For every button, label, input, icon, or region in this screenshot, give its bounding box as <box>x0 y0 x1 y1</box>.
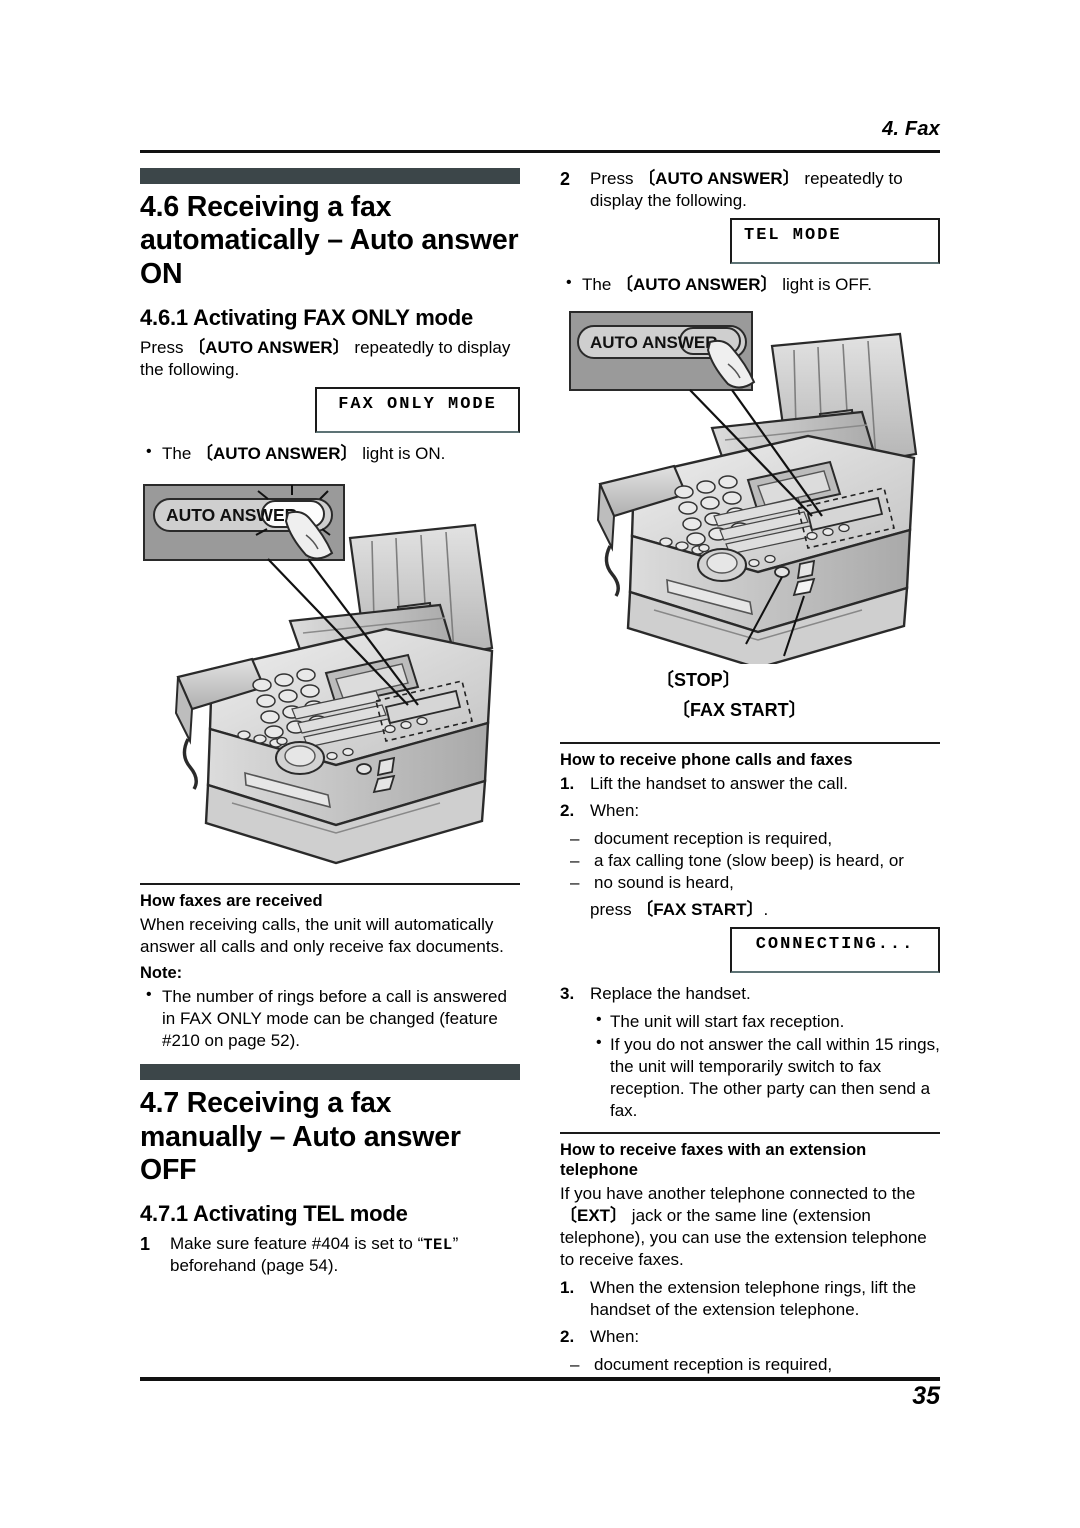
extension-when-conditions: document reception is required, <box>560 1354 940 1376</box>
list-item: 2. When: <box>560 1326 940 1348</box>
step-number: 1. <box>560 1278 575 1298</box>
auto-answer-key: 〔AUTO ANSWER〕 <box>196 444 358 464</box>
list-item: 2 Press 〔AUTO ANSWER〕 repeatedly to displ… <box>560 168 940 212</box>
lcd-display-connecting-wrap: CONNECTING... <box>730 926 940 973</box>
auto-answer-light-on-list: The 〔AUTO ANSWER〕 light is ON. <box>140 442 520 465</box>
header-rule <box>140 150 940 153</box>
press-pre-text: press <box>590 899 637 919</box>
lcd-display-connecting: CONNECTING... <box>730 926 940 973</box>
fax-machine-illustration: AUTO ANSWER <box>143 484 494 865</box>
press-fax-start-line: press 〔FAX START〕. <box>590 899 940 921</box>
list-item: 1. Lift the handset to answer the call. <box>560 773 940 795</box>
ext-jack-key: 〔EXT〕 <box>560 1205 628 1225</box>
how-extension-steps: 1. When the extension telephone rings, li… <box>560 1277 940 1348</box>
step-number: 1. <box>560 774 575 794</box>
list-item: The 〔AUTO ANSWER〕 light is OFF. <box>560 273 940 296</box>
how-extension-intro: If you have another telephone connected … <box>560 1183 940 1271</box>
page-number: 35 <box>912 1382 940 1410</box>
step-text: When the extension telephone rings, lift… <box>590 1278 917 1320</box>
fax-start-button-label: 〔FAX START〕 <box>672 700 807 721</box>
step3-bullets: The unit will start fax reception. If yo… <box>590 1010 940 1122</box>
how-to-receive-step3: 3. Replace the handset. <box>560 983 940 1005</box>
divider-rule <box>560 1132 940 1135</box>
tel-mode-steps: 1 Make sure feature #404 is set to “TEL” … <box>140 1233 520 1277</box>
list-item: If you do not answer the call within 15 … <box>590 1033 940 1122</box>
stop-button-label: 〔STOP〕 <box>656 670 741 691</box>
list-item: 3. Replace the handset. <box>560 983 940 1005</box>
auto-answer-key: 〔AUTO ANSWER〕 <box>616 275 778 295</box>
list-item: The unit will start fax reception. <box>590 1010 940 1033</box>
running-head: 4. Fax <box>882 118 940 140</box>
lcd-text: CONNECTING... <box>755 934 915 954</box>
step-pre-text: Make sure feature #404 is set to “ <box>170 1234 424 1254</box>
step-number: 1 <box>140 1234 151 1255</box>
bullet-post-text: light is OFF. <box>777 275 872 295</box>
step-text: When: <box>590 801 640 821</box>
tel-value: TEL <box>423 1236 453 1255</box>
step-text: Lift the handset to answer the call. <box>590 774 848 794</box>
lcd-display-tel-mode: TEL MODE <box>730 218 940 265</box>
list-item: a fax calling tone (slow beep) is heard,… <box>560 850 940 872</box>
divider-rule <box>560 742 940 745</box>
list-item: 1 Make sure feature #404 is set to “TEL” … <box>140 1233 520 1277</box>
right-column: 2 Press 〔AUTO ANSWER〕 repeatedly to displ… <box>560 168 940 1381</box>
section-bar-47 <box>140 1064 520 1081</box>
note-heading: Note: <box>140 964 183 983</box>
step-number: 2. <box>560 801 575 821</box>
list-item: document reception is required, <box>560 1354 940 1376</box>
step-text: Replace the handset. <box>590 983 751 1003</box>
intro-pre-text: If you have another telephone connected … <box>560 1183 916 1203</box>
callout-label-text: AUTO ANSWER <box>166 505 298 525</box>
subsection-title-461: 4.6.1 Activating FAX ONLY mode <box>140 305 474 331</box>
bullet-pre-text: The <box>162 444 197 464</box>
list-item: 2. When: <box>560 800 940 822</box>
step-text: When: <box>590 1327 640 1347</box>
step-pre-text: Press <box>590 169 639 188</box>
bullet-post-text: light is ON. <box>357 444 446 464</box>
list-item: no sound is heard, <box>560 872 940 894</box>
step-number: 2 <box>560 169 571 189</box>
how-extension-heading: How to receive faxes with an extension t… <box>560 1141 867 1179</box>
bullet-pre-text: The <box>582 275 617 295</box>
footer-rule <box>140 1377 940 1381</box>
when-conditions-list: document reception is required, a fax ca… <box>560 828 940 894</box>
step-number: 3. <box>560 983 575 1003</box>
step-number: 2. <box>560 1327 575 1347</box>
fax-machine-illustration: AUTO ANSWER <box>569 311 918 665</box>
subsection-title-471: 4.7.1 Activating TEL mode <box>140 1201 408 1227</box>
callout-label-text: AUTO ANSWER <box>590 333 718 352</box>
list-item: The number of rings before a call is ans… <box>140 985 520 1052</box>
button-callout-labels: 〔STOP〕 〔FAX START〕 <box>560 666 940 732</box>
intro-pre-text: Press <box>140 337 189 357</box>
section-bar <box>140 168 520 184</box>
lcd-text: FAX ONLY MODE <box>338 395 497 415</box>
fax-machine-figure-left: AUTO ANSWER <box>140 473 520 873</box>
how-faxes-received-body: When receiving calls, the unit will auto… <box>140 915 504 957</box>
lcd-display-fax-only-wrap: FAX ONLY MODE <box>315 387 520 434</box>
section-title-47: 4.7 Receiving a fax manually – Auto answ… <box>140 1087 461 1187</box>
fax-machine-figure-right: AUTO ANSWER 〔STOP〕 〔FAX START〕 <box>560 304 940 732</box>
auto-answer-key: 〔AUTO ANSWER〕 <box>188 337 350 357</box>
list-item: 1. When the extension telephone rings, li… <box>560 1277 940 1321</box>
auto-answer-light-off-list: The 〔AUTO ANSWER〕 light is OFF. <box>560 273 940 296</box>
list-item: The 〔AUTO ANSWER〕 light is ON. <box>140 442 520 465</box>
list-item: document reception is required, <box>560 828 940 850</box>
note-list: The number of rings before a call is ans… <box>140 985 520 1052</box>
lcd-display-tel-mode-wrap: TEL MODE <box>730 218 940 265</box>
how-faxes-received-heading: How faxes are received <box>140 892 323 911</box>
press-post-text: . <box>763 899 769 919</box>
step-2-list: 2 Press 〔AUTO ANSWER〕 repeatedly to displ… <box>560 168 940 212</box>
divider-rule <box>140 883 520 886</box>
lcd-display-fax-only: FAX ONLY MODE <box>315 387 520 434</box>
section-title-46: 4.6 Receiving a fax automatically – Auto… <box>140 191 519 290</box>
fax-start-key: 〔FAX START〕 <box>636 899 764 919</box>
manual-page: 4. Fax 4.6 Receiving a fax automatically… <box>0 0 1080 1528</box>
section-461-intro: Press 〔AUTO ANSWER〕 repeatedly to displa… <box>140 337 520 381</box>
left-column: 4.6 Receiving a fax automatically – Auto… <box>140 168 520 1284</box>
auto-answer-key: 〔AUTO ANSWER〕 <box>638 169 800 188</box>
how-to-receive-steps: 1. Lift the handset to answer the call. 2… <box>560 773 940 822</box>
lcd-text: TEL MODE <box>744 226 842 246</box>
how-to-receive-heading: How to receive phone calls and faxes <box>560 751 853 770</box>
